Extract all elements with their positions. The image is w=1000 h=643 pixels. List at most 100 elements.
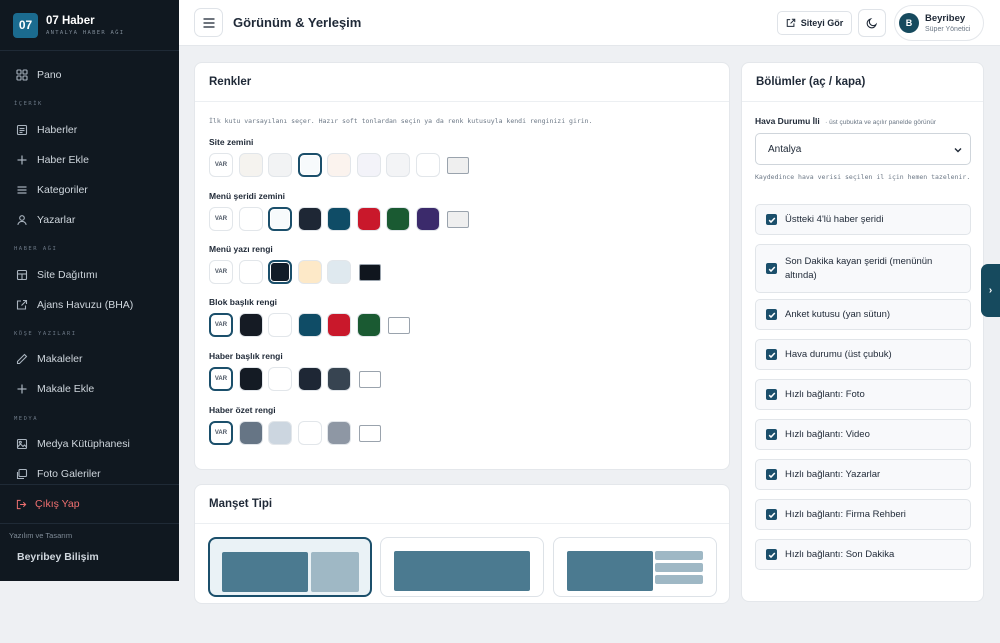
color-swatch[interactable] (327, 421, 351, 445)
section-toggle[interactable]: Üstteki 4'lü haber şeridi (755, 204, 971, 235)
section-toggle[interactable]: Hızlı bağlantı: Firma Rehberi (755, 499, 971, 530)
color-swatch[interactable] (238, 421, 263, 445)
panel-expand-button[interactable]: › (981, 264, 1000, 317)
manset-side-item (655, 551, 703, 560)
top-header: Görünüm & Yerleşim Siteyi Gör B Beyribey… (179, 0, 1000, 46)
sidebar-item-makaleler[interactable]: Makaleler (0, 346, 179, 372)
manset-option-1[interactable] (208, 537, 372, 597)
color-swatch[interactable] (268, 421, 292, 445)
manset-option-2[interactable] (380, 537, 544, 597)
color-swatch[interactable] (415, 153, 440, 177)
color-swatch[interactable] (268, 367, 292, 391)
color-swatch[interactable] (386, 207, 410, 231)
avatar: B (899, 13, 919, 33)
color-swatch[interactable] (297, 153, 322, 177)
city-select-value: Antalya (768, 143, 802, 155)
external-link-icon (786, 18, 795, 27)
logout-button[interactable]: Çıkış Yap (0, 484, 179, 524)
view-site-button[interactable]: Siteyi Gör (777, 11, 852, 35)
color-swatch[interactable] (327, 260, 351, 284)
city-select[interactable]: Antalya (755, 133, 971, 165)
user-menu[interactable]: B Beyribey Süper Yönetici (894, 5, 984, 41)
color-swatch[interactable] (297, 367, 322, 391)
manset-side-item (655, 563, 703, 572)
default-swatch[interactable]: VAR (209, 421, 233, 445)
color-swatch[interactable] (356, 207, 381, 231)
manset-option-3[interactable] (553, 537, 717, 597)
custom-color-picker[interactable] (447, 210, 469, 228)
section-toggle[interactable]: Son Dakika kayan şeridi (menünün altında… (755, 244, 971, 293)
checkbox-checked-icon[interactable] (766, 509, 777, 520)
color-swatch[interactable] (238, 260, 263, 284)
sidebar-item-site-dagitimi[interactable]: Site Dağıtımı (0, 262, 179, 288)
swatch-row: VAR (209, 260, 386, 284)
color-swatch[interactable] (297, 421, 322, 445)
color-swatch[interactable] (327, 367, 351, 391)
default-swatch[interactable]: VAR (209, 153, 233, 177)
menu-toggle-button[interactable] (194, 8, 223, 37)
color-swatch[interactable] (238, 367, 263, 391)
sidebar-item-label: Haber Ekle (37, 154, 89, 166)
sidebar-item-yazarlar[interactable]: Yazarlar (0, 207, 179, 233)
credit-label: Yazılım ve Tasarım (9, 531, 73, 540)
color-swatch[interactable] (297, 260, 322, 284)
color-swatch[interactable] (327, 153, 351, 177)
color-swatch[interactable] (327, 207, 351, 231)
color-swatch[interactable] (238, 207, 263, 231)
color-swatch[interactable] (415, 207, 440, 231)
default-swatch[interactable]: VAR (209, 260, 233, 284)
section-toggle[interactable]: Anket kutusu (yan sütun) (755, 299, 971, 330)
section-toggle[interactable]: Hızlı bağlantı: Son Dakika (755, 539, 971, 570)
custom-color-picker[interactable] (388, 316, 410, 334)
custom-color-picker[interactable] (358, 424, 381, 442)
hamburger-icon (203, 17, 214, 28)
color-swatch[interactable] (327, 313, 351, 337)
checkbox-checked-icon[interactable] (766, 389, 777, 400)
weather-note: · üst çubukta ve açılır panelde görünür (825, 119, 937, 126)
sidebar-item-medya-kutuphanesi[interactable]: Medya Kütüphanesi (0, 431, 179, 457)
color-swatch[interactable] (356, 153, 381, 177)
section-toggle[interactable]: Hızlı bağlantı: Video (755, 419, 971, 450)
section-toggle-label: Anket kutusu (yan sütun) (785, 308, 891, 320)
checkbox-checked-icon[interactable] (766, 309, 777, 320)
sidebar-item-ajans-havuzu[interactable]: Ajans Havuzu (BHA) (0, 292, 179, 318)
sidebar-item-haber-ekle[interactable]: Haber Ekle (0, 147, 179, 173)
checkbox-checked-icon[interactable] (766, 214, 777, 225)
manset-side-block (311, 552, 359, 592)
custom-color-picker[interactable] (358, 263, 381, 281)
theme-toggle-button[interactable] (858, 9, 886, 37)
brand[interactable]: 07 07 Haber ANTALYA HABER AĞI (0, 0, 179, 51)
custom-color-picker[interactable] (358, 370, 381, 388)
color-swatch[interactable] (268, 153, 292, 177)
section-toggle[interactable]: Hızlı bağlantı: Yazarlar (755, 459, 971, 490)
default-swatch[interactable]: VAR (209, 313, 233, 337)
color-swatch[interactable] (268, 260, 292, 284)
checkbox-checked-icon[interactable] (766, 469, 777, 480)
colors-card-title: Renkler (195, 63, 729, 102)
checkbox-checked-icon[interactable] (766, 429, 777, 440)
default-swatch[interactable]: VAR (209, 207, 233, 231)
checkbox-checked-icon[interactable] (766, 349, 777, 360)
plus-icon (16, 154, 28, 166)
color-swatch[interactable] (268, 313, 292, 337)
sidebar-item-makale-ekle[interactable]: Makale Ekle (0, 376, 179, 402)
color-swatch[interactable] (297, 207, 322, 231)
color-swatch[interactable] (238, 153, 263, 177)
checkbox-checked-icon[interactable] (766, 263, 777, 274)
credit-name[interactable]: Beyribey Bilişim (17, 551, 99, 563)
checkbox-checked-icon[interactable] (766, 549, 777, 560)
custom-color-picker[interactable] (447, 156, 469, 174)
colors-card: Renkler İlk kutu varsayılanı seçer. Hazı… (194, 62, 730, 470)
default-swatch[interactable]: VAR (209, 367, 233, 391)
section-toggle-label: Üstteki 4'lü haber şeridi (785, 213, 884, 225)
color-swatch[interactable] (356, 313, 381, 337)
section-toggle[interactable]: Hava durumu (üst çubuk) (755, 339, 971, 370)
color-swatch[interactable] (386, 153, 410, 177)
color-swatch[interactable] (238, 313, 263, 337)
sidebar-item-haberler[interactable]: Haberler (0, 117, 179, 143)
sidebar-item-kategoriler[interactable]: Kategoriler (0, 177, 179, 203)
color-swatch[interactable] (297, 313, 322, 337)
color-swatch[interactable] (268, 207, 292, 231)
section-toggle[interactable]: Hızlı bağlantı: Foto (755, 379, 971, 410)
sidebar-item-pano[interactable]: Pano (0, 62, 179, 88)
